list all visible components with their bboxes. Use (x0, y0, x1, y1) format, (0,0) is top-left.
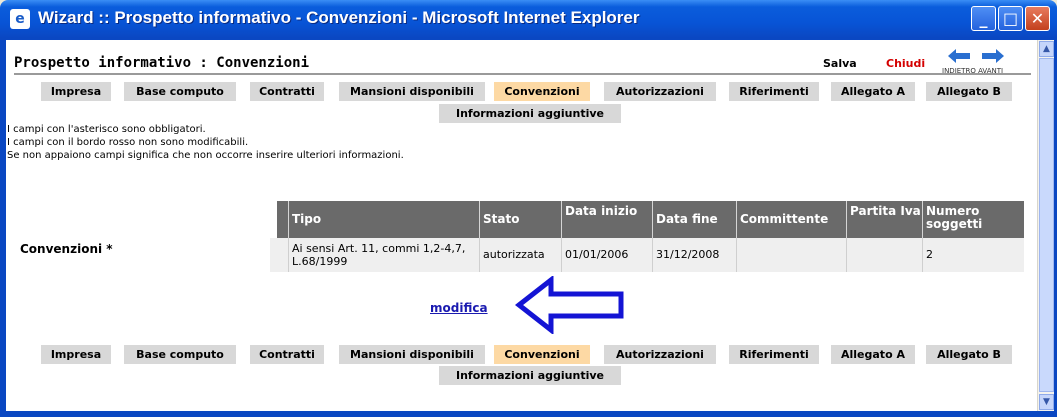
tab-autorizzazioni[interactable]: Autorizzazioni (604, 82, 716, 101)
minimize-button[interactable]: _ (971, 6, 996, 31)
tab-informazioni-aggiuntive[interactable]: Informazioni aggiuntive (439, 366, 621, 385)
cell-tipo: Ai sensi Art. 11, commi 1,2-4,7, L.68/19… (288, 238, 479, 272)
col-data-inizio: Data inizio (561, 201, 652, 238)
table-header: Tipo Stato Data inizio Data fine Committ… (277, 201, 1024, 238)
tab-autorizzazioni[interactable]: Autorizzazioni (604, 345, 716, 364)
cell-partita-iva (846, 238, 922, 272)
tab-impresa[interactable]: Impresa (41, 345, 111, 364)
close-icon: ✕ (1030, 9, 1045, 28)
modifica-link[interactable]: modifica (430, 301, 488, 315)
bottom-tabs-row2: Informazioni aggiuntive (6, 366, 1037, 386)
tab-allegato-a[interactable]: Allegato A (831, 82, 915, 101)
note-line: Se non appaiono campi significa che non … (7, 150, 404, 161)
tab-convenzioni[interactable]: Convenzioni (494, 345, 590, 364)
tab-mansioni-disponibili[interactable]: Mansioni disponibili (339, 345, 485, 364)
tab-contratti[interactable]: Contratti (250, 82, 324, 101)
cell-stato: autorizzata (479, 238, 561, 272)
tab-convenzioni[interactable]: Convenzioni (494, 82, 590, 101)
instruction-notes: I campi con l'asterisco sono obbligatori… (7, 123, 404, 162)
col-data-fine: Data fine (652, 201, 736, 238)
window-title: Wizard :: Prospetto informativo - Conven… (38, 8, 640, 27)
ie-icon: e (10, 9, 30, 29)
cell-numero-soggetti: 2 (922, 238, 1024, 272)
tab-base-computo[interactable]: Base computo (124, 82, 236, 101)
tab-impresa[interactable]: Impresa (41, 82, 111, 101)
note-line: I campi con l'asterisco sono obbligatori… (7, 124, 206, 135)
page-title: Prospetto informativo : Convenzioni (14, 55, 310, 71)
minimize-icon: _ (979, 9, 988, 28)
tab-informazioni-aggiuntive[interactable]: Informazioni aggiuntive (439, 104, 621, 123)
maximize-icon: □ (1002, 9, 1019, 28)
maximize-button[interactable]: □ (998, 6, 1023, 31)
col-numero-soggetti: Numero soggetti (922, 201, 1024, 238)
tab-mansioni-disponibili[interactable]: Mansioni disponibili (339, 82, 485, 101)
tab-allegato-a[interactable]: Allegato A (831, 345, 915, 364)
close-window-button[interactable]: ✕ (1025, 6, 1050, 31)
salva-button[interactable]: Salva (823, 57, 857, 70)
tab-base-computo[interactable]: Base computo (124, 345, 236, 364)
left-arrow-icon (515, 276, 624, 334)
table-row: Ai sensi Art. 11, commi 1,2-4,7, L.68/19… (270, 238, 1024, 272)
chiudi-button[interactable]: Chiudi (886, 57, 925, 70)
scroll-thumb[interactable] (1039, 58, 1054, 392)
cell-data-inizio: 01/01/2006 (561, 238, 652, 272)
page-content: Prospetto informativo : Convenzioni Salv… (6, 40, 1037, 411)
note-line: I campi con il bordo rosso non sono modi… (7, 137, 249, 148)
back-arrow-icon[interactable] (948, 49, 970, 63)
col-tipo: Tipo (288, 201, 479, 238)
top-tabs-row2: Informazioni aggiuntive (6, 104, 1037, 124)
vertical-scrollbar[interactable]: ▲ ▼ (1037, 40, 1054, 411)
tab-riferimenti[interactable]: Riferimenti (729, 345, 819, 364)
cell-committente (736, 238, 846, 272)
cell-data-fine: 31/12/2008 (652, 238, 736, 272)
scroll-down-icon[interactable]: ▼ (1039, 394, 1054, 410)
header-divider (14, 73, 1031, 75)
col-committente: Committente (736, 201, 846, 238)
scroll-up-icon[interactable]: ▲ (1039, 41, 1054, 57)
col-stato: Stato (479, 201, 561, 238)
window-titlebar: e Wizard :: Prospetto informativo - Conv… (0, 0, 1057, 38)
col-partita-iva: Partita Iva (846, 201, 922, 238)
tab-riferimenti[interactable]: Riferimenti (729, 82, 819, 101)
tab-allegato-b[interactable]: Allegato B (926, 82, 1012, 101)
convenzioni-field-label: Convenzioni * (20, 242, 113, 256)
top-tabs: Impresa Base computo Contratti Mansioni … (6, 82, 1037, 102)
forward-arrow-icon[interactable] (982, 49, 1004, 63)
tab-contratti[interactable]: Contratti (250, 345, 324, 364)
bottom-tabs: Impresa Base computo Contratti Mansioni … (6, 345, 1037, 365)
tab-allegato-b[interactable]: Allegato B (926, 345, 1012, 364)
